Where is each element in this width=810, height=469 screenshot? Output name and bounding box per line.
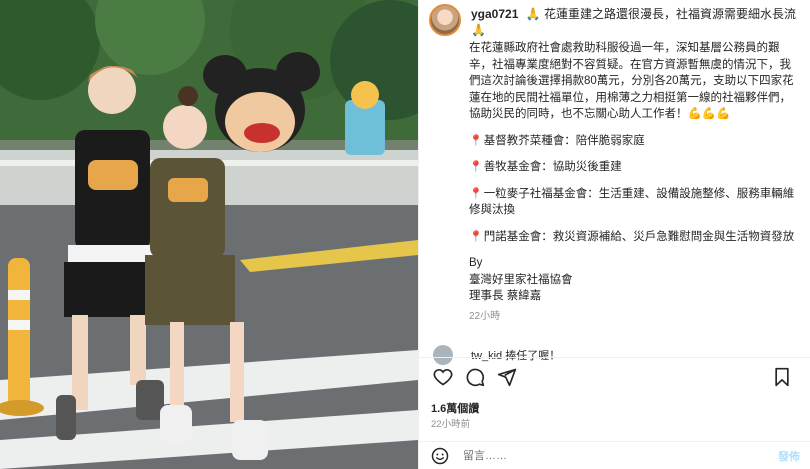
commenter-avatar[interactable] — [433, 345, 453, 365]
instagram-post: yga0721 🙏 花蓮重建之路還很漫長，社福資源需要細水長流🙏 在花蓮縣政府社… — [0, 0, 810, 469]
emoji-icon[interactable] — [429, 445, 451, 467]
list-item-text: 基督教芥菜種會：陪伴脆弱家庭 — [483, 134, 645, 147]
pushpin-icon: 📍 — [469, 230, 483, 243]
post-comment-button[interactable]: 發佈 — [778, 448, 800, 464]
post-photo — [0, 0, 418, 469]
caption-header: yga0721 🙏 花蓮重建之路還很漫長，社福資源需要細水長流🙏 — [429, 4, 802, 38]
caption-time: 22小時 — [469, 310, 501, 322]
signature-line: 臺灣好里家社福協會 — [469, 273, 573, 286]
avatar[interactable] — [429, 4, 461, 36]
list-item: 📍基督教芥菜種會：陪伴脆弱家庭 — [469, 133, 798, 150]
signature-line: 理事長 蔡緯嘉 — [469, 290, 542, 302]
caption-title-text: 🙏 花蓮重建之路還很漫長，社福資源需要細水長流🙏 — [471, 7, 796, 37]
likes-count[interactable]: 1.6萬個讚 — [431, 400, 479, 416]
comment-preview-text: tw_kid 捧任了喔！ — [471, 350, 561, 362]
pushpin-icon: 📍 — [469, 187, 483, 200]
list-item-text: 一粒麥子社福基金會：生活重建、設備設施整修、服務車輛維修與汰換 — [469, 187, 795, 217]
signature-line: By — [469, 257, 483, 269]
caption-title: yga0721 🙏 花蓮重建之路還很漫長，社福資源需要細水長流🙏 — [471, 4, 802, 38]
signature: By 臺灣好里家社福協會 理事長 蔡緯嘉 — [469, 255, 798, 305]
comment-bar: 發佈 — [419, 441, 810, 469]
comment-icon[interactable] — [463, 365, 487, 389]
comment-input[interactable] — [461, 448, 778, 463]
list-item: 📍一粒麥子社福基金會：生活重建、設備設施整修、服務車輛維修與汰換 — [469, 186, 798, 219]
share-icon[interactable] — [495, 365, 519, 389]
post-sidebar: yga0721 🙏 花蓮重建之路還很漫長，社福資源需要細水長流🙏 在花蓮縣政府社… — [418, 0, 810, 469]
caption-paragraph: 在花蓮縣政府社會處救助科服役過一年，深知基層公務員的艱辛，社福專業度絕對不容質疑… — [469, 42, 794, 120]
heart-icon[interactable] — [431, 365, 455, 389]
action-bar — [431, 364, 802, 390]
list-item: 📍善牧基金會：協助災後重建 — [469, 159, 798, 176]
list-item: 📍門諾基金會：救災資源補給、災戶急難慰問金與生活物資發放 — [469, 229, 798, 246]
caption-body: 在花蓮縣政府社會處救助科服役過一年，深知基層公務員的艱辛，社福專業度絕對不容質疑… — [469, 40, 798, 325]
bookmark-icon[interactable] — [770, 365, 794, 389]
divider — [419, 357, 810, 358]
pushpin-icon: 📍 — [469, 161, 483, 173]
list-item-text: 門諾基金會：救災資源補給、災戶急難慰問金與生活物資發放 — [483, 230, 795, 243]
photo-illustration — [0, 0, 418, 469]
post-time[interactable]: 22小時前 — [431, 416, 470, 430]
list-item-text: 善牧基金會：協助災後重建 — [483, 161, 622, 173]
comment-preview: tw_kid 捧任了喔！ — [433, 345, 560, 365]
pushpin-icon: 📍 — [469, 134, 483, 147]
username[interactable]: yga0721 — [471, 7, 518, 21]
